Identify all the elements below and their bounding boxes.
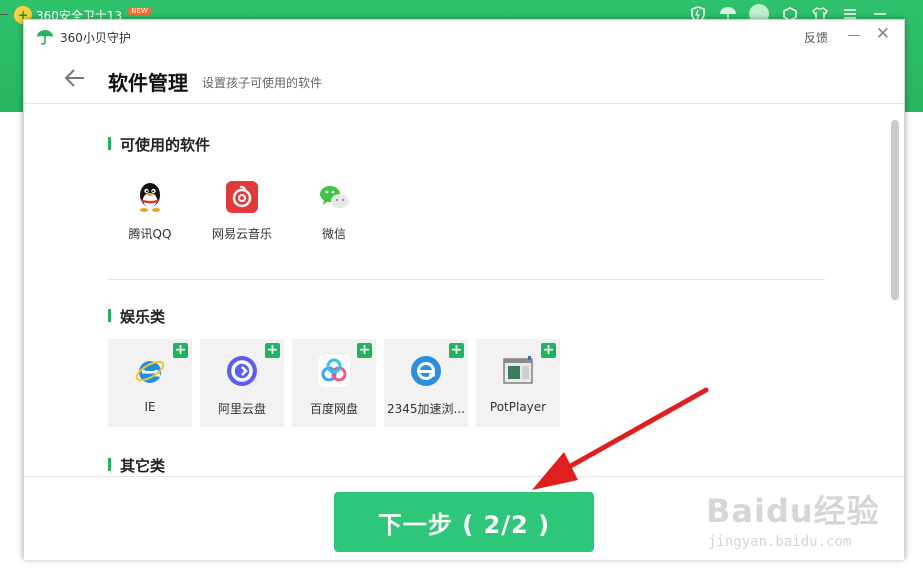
annotation-arrow-icon <box>532 387 709 490</box>
app-card-2345-browser[interactable]: + 2345加速浏... <box>384 339 468 427</box>
page-header: 软件管理 设置孩子可使用的软件 <box>24 54 904 104</box>
dialog-footer: 下一步 ( 2/2 ) <box>24 476 904 560</box>
page-title: 软件管理 <box>108 71 188 95</box>
minimize-button[interactable] <box>846 27 862 43</box>
add-app-button[interactable]: + <box>357 343 372 358</box>
next-step-button[interactable]: 下一步 ( 2/2 ) <box>334 492 594 552</box>
section-title-other: 其它类 <box>108 455 165 475</box>
section-title-entertainment: 娱乐类 <box>108 306 165 327</box>
allowed-app-netease-music[interactable]: 网易云音乐 <box>200 163 284 247</box>
app-label: 微信 <box>321 227 346 241</box>
ie-icon <box>135 360 165 383</box>
dialog-title: 360小贝守护 <box>60 31 131 45</box>
browser-2345-icon <box>411 356 441 386</box>
add-app-button[interactable]: + <box>173 343 188 358</box>
page-subtitle: 设置孩子可使用的软件 <box>202 76 323 90</box>
app-label: 阿里云盘 <box>217 402 266 416</box>
section-divider <box>108 279 825 280</box>
app-label: 2345加速浏... <box>387 402 465 416</box>
umbrella-logo-icon <box>37 30 53 45</box>
app-label: 网易云音乐 <box>211 227 272 241</box>
app-card-aliyun-drive[interactable]: + 阿里云盘 <box>200 339 284 427</box>
software-management-dialog: 360小贝守护 反馈 ✕ 软件管理 设置孩子可使用的软件 可使用的软件 腾讯QQ <box>23 19 905 560</box>
feedback-link[interactable]: 反馈 <box>804 29 828 46</box>
allowed-app-wechat[interactable]: 微信 <box>292 163 376 247</box>
baidu-netdisk-icon <box>318 355 350 387</box>
software-list-content[interactable]: 可使用的软件 腾讯QQ 网易云音乐 微信 娱乐类 + IE + 阿里云盘 + 百… <box>24 105 890 475</box>
back-arrow-icon[interactable] <box>62 66 88 90</box>
section-title-allowed: 可使用的软件 <box>108 134 210 155</box>
close-button[interactable]: ✕ <box>876 25 890 43</box>
app-label: 腾讯QQ <box>128 227 172 241</box>
app-label: 百度网盘 <box>309 402 358 416</box>
add-app-button[interactable]: + <box>265 343 280 358</box>
add-app-button[interactable]: + <box>541 343 556 358</box>
netease-music-icon <box>226 181 258 213</box>
wechat-icon <box>320 186 349 208</box>
divider <box>0 14 8 15</box>
new-badge: NEW <box>128 7 151 15</box>
aliyun-drive-icon <box>227 356 257 386</box>
app-card-ie[interactable]: + IE <box>108 339 192 427</box>
qq-icon <box>140 183 160 212</box>
app-label: IE <box>144 400 156 414</box>
allowed-app-qq[interactable]: 腾讯QQ <box>108 163 192 247</box>
dialog-titlebar: 360小贝守护 反馈 ✕ <box>24 20 904 54</box>
add-app-button[interactable]: + <box>449 343 464 358</box>
app-card-baidu-netdisk[interactable]: + 百度网盘 <box>292 339 376 427</box>
scrollbar-thumb[interactable] <box>891 120 899 300</box>
